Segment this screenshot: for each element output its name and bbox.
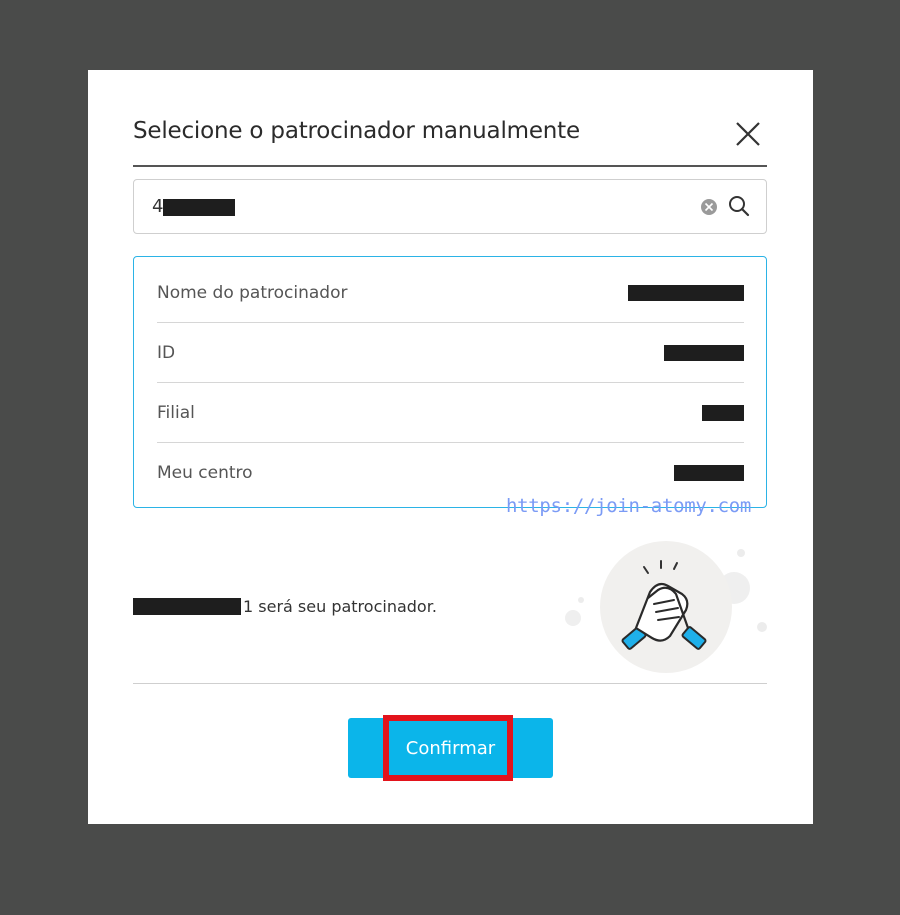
redacted-value	[674, 465, 744, 481]
search-input-value: 4	[152, 196, 236, 217]
sponsor-info-panel: Nome do patrocinador ID Filial Meu centr…	[133, 256, 767, 508]
sponsor-search-input[interactable]: 4	[133, 179, 767, 234]
info-label: Filial	[157, 403, 195, 423]
sponsor-confirmation-message: 1 será seu patrocinador.	[133, 597, 437, 616]
clear-icon[interactable]	[699, 197, 719, 217]
handshake-illustration	[558, 540, 768, 690]
info-label: ID	[157, 343, 176, 363]
info-row-branch: Filial	[157, 383, 744, 443]
redacted-text	[133, 598, 241, 615]
redacted-value	[628, 285, 744, 301]
highlight-box	[383, 715, 513, 781]
message-suffix: 1 será seu patrocinador.	[243, 597, 437, 616]
info-label: Nome do patrocinador	[157, 283, 348, 303]
title-divider	[133, 165, 767, 167]
info-row-center: Meu centro	[157, 443, 744, 503]
redacted-value	[664, 345, 744, 361]
close-icon[interactable]	[734, 120, 762, 148]
watermark: https://join-atomy.com	[506, 495, 752, 517]
info-row-sponsor-name: Nome do patrocinador	[157, 263, 744, 323]
footer-divider	[133, 683, 767, 684]
redacted-value	[702, 405, 744, 421]
dialog-title: Selecione o patrocinador manualmente	[133, 118, 580, 144]
info-row-id: ID	[157, 323, 744, 383]
info-label: Meu centro	[157, 463, 253, 483]
handshake-icon	[565, 541, 767, 673]
search-value-prefix: 4	[152, 196, 164, 217]
sponsor-dialog: Selecione o patrocinador manualmente 4 N…	[88, 70, 813, 824]
search-icon[interactable]	[727, 194, 751, 218]
redacted-text	[163, 198, 236, 216]
